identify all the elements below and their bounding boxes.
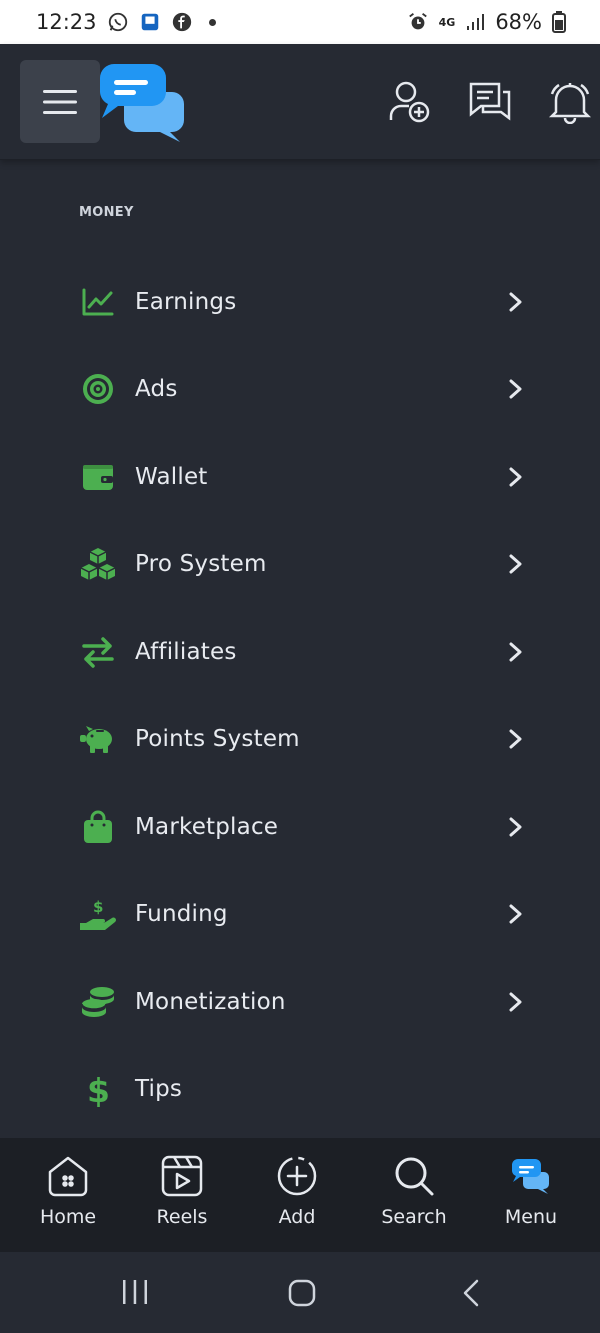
target-icon (79, 370, 117, 408)
bell-icon[interactable] (548, 80, 592, 128)
home-button[interactable] (287, 1278, 317, 1312)
hamburger-icon (43, 89, 77, 114)
chevron-right-icon (509, 992, 522, 1012)
menu-item-affiliates[interactable]: Affiliates (0, 608, 600, 696)
piggy-bank-icon (79, 720, 117, 758)
menu-item-label: Pro System (135, 551, 267, 578)
chart-line-icon (79, 283, 117, 321)
menu-item-ads[interactable]: Ads (0, 346, 600, 434)
chevron-right-icon (509, 729, 522, 749)
nav-label: Search (381, 1206, 447, 1228)
svg-text:$: $ (87, 1071, 110, 1107)
facebook-icon (171, 11, 193, 33)
nav-item-menu[interactable]: Menu (476, 1138, 586, 1252)
chevron-right-icon (509, 379, 522, 399)
back-button[interactable] (458, 1278, 486, 1312)
home-icon (46, 1154, 90, 1198)
menu-item-label: Marketplace (135, 813, 279, 840)
app-logo[interactable] (98, 62, 188, 148)
more-notifications-dot (208, 18, 216, 26)
menu-item-marketplace[interactable]: Marketplace (0, 783, 600, 871)
money-menu-list: Earnings Ads Wallet Pro System Affiliate… (0, 258, 600, 1133)
menu-item-funding[interactable]: $ Funding (0, 871, 600, 959)
menu-item-label: Points System (135, 726, 300, 753)
nav-item-home[interactable]: Home (13, 1138, 123, 1252)
add-user-icon[interactable] (388, 80, 432, 128)
menu-item-label: Funding (135, 901, 228, 928)
menu-item-label: Earnings (135, 288, 237, 315)
menu-item-label: Monetization (135, 988, 286, 1015)
chevron-right-icon (509, 467, 522, 487)
menu-item-label: Tips (135, 1076, 183, 1103)
add-circle-icon (275, 1154, 319, 1198)
coins-icon (79, 983, 117, 1021)
app-logo-icon (511, 1154, 551, 1198)
nav-label: Reels (156, 1206, 208, 1228)
svg-text:$: $ (93, 898, 103, 916)
bottom-navigation: Home Reels Add Search Menu (0, 1138, 600, 1252)
notification-app-icon (139, 11, 161, 33)
status-time: 12:23 (36, 10, 97, 34)
recent-apps-button[interactable] (121, 1278, 149, 1310)
chevron-right-icon (509, 642, 522, 662)
menu-item-monetization[interactable]: Monetization (0, 958, 600, 1046)
chevron-right-icon (509, 292, 522, 312)
menu-item-wallet[interactable]: Wallet (0, 433, 600, 521)
cubes-icon (79, 545, 117, 583)
reels-icon (160, 1154, 204, 1198)
menu-item-points-system[interactable]: Points System (0, 696, 600, 784)
hand-dollar-icon: $ (79, 895, 117, 933)
system-navigation-bar (0, 1252, 600, 1333)
network-type: 4G (438, 15, 456, 29)
status-bar: 12:23 4G 68% (0, 0, 600, 44)
menu-item-earnings[interactable]: Earnings (0, 258, 600, 346)
nav-label: Home (39, 1206, 97, 1228)
nav-item-search[interactable]: Search (359, 1138, 469, 1252)
signal-icon (465, 12, 485, 32)
dollar-icon: $ (79, 1070, 117, 1108)
nav-label: Menu (504, 1206, 558, 1228)
alarm-icon (407, 11, 429, 33)
hamburger-menu-button[interactable] (20, 60, 100, 143)
chevron-right-icon (509, 904, 522, 924)
top-app-bar (0, 44, 600, 160)
menu-item-label: Wallet (135, 463, 208, 490)
battery-icon (552, 11, 566, 33)
wallet-icon (79, 458, 117, 496)
menu-item-label: Ads (135, 376, 178, 403)
chevron-right-icon (509, 554, 522, 574)
messages-icon[interactable] (468, 80, 512, 128)
battery-percent: 68% (495, 10, 542, 34)
status-right: 4G 68% (407, 10, 566, 34)
nav-label: Add (278, 1206, 316, 1228)
menu-item-pro-system[interactable]: Pro System (0, 521, 600, 609)
menu-item-tips[interactable]: $ Tips (0, 1046, 600, 1134)
status-left: 12:23 (36, 10, 216, 34)
chevron-right-icon (509, 817, 522, 837)
search-icon (392, 1154, 436, 1198)
whatsapp-icon (107, 11, 129, 33)
exchange-icon (79, 633, 117, 671)
menu-item-label: Affiliates (135, 638, 237, 665)
shopping-bag-icon (79, 808, 117, 846)
nav-item-add[interactable]: Add (242, 1138, 352, 1252)
nav-item-reels[interactable]: Reels (127, 1138, 237, 1252)
section-title-money: MONEY (79, 205, 134, 220)
